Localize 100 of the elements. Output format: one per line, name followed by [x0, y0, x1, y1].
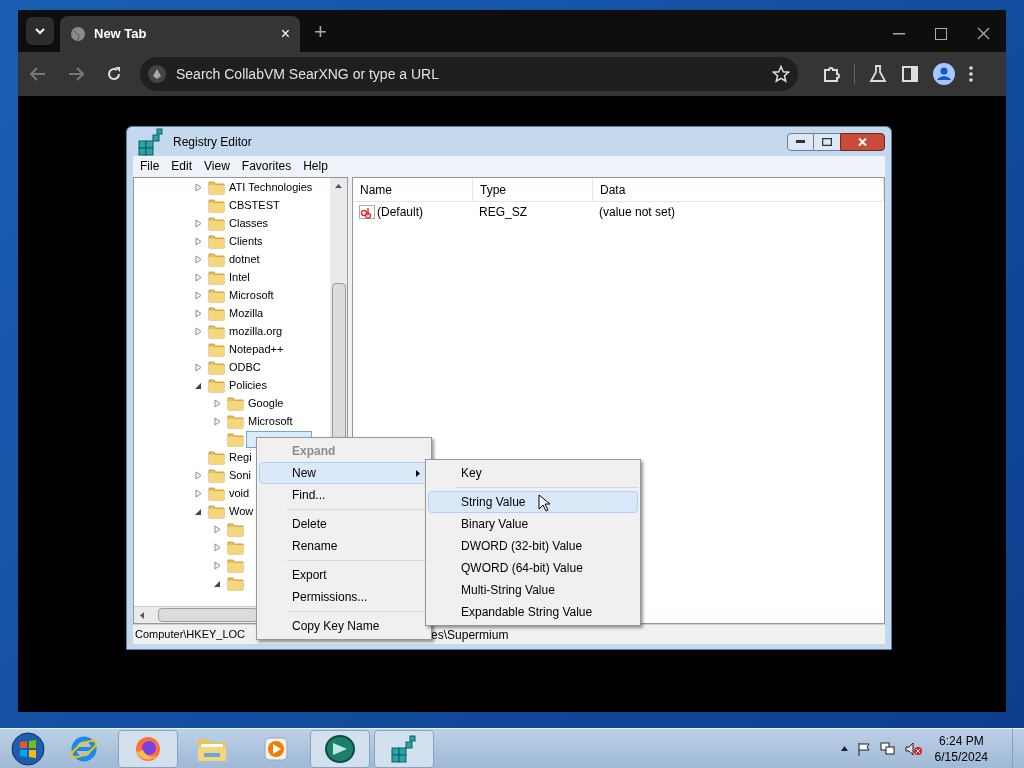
tab-close-button[interactable]: ×	[280, 26, 290, 42]
tree-item-label[interactable]: mozilla.org	[227, 322, 285, 340]
folder-icon	[208, 215, 225, 231]
menu-item[interactable]: Expandable String Value	[428, 601, 638, 623]
folder-icon	[208, 323, 225, 339]
flag-icon[interactable]	[856, 741, 871, 756]
folder-icon	[227, 431, 244, 447]
reload-icon[interactable]	[106, 66, 122, 82]
tree-item-label[interactable]: Regi	[227, 448, 254, 466]
menu-item[interactable]: Multi-String Value	[428, 579, 638, 601]
back-arrow-icon[interactable]	[30, 67, 46, 81]
tree-item-label[interactable]: Mozilla	[227, 304, 266, 322]
star-icon[interactable]	[772, 65, 790, 83]
column-header[interactable]: Data	[593, 178, 884, 201]
side-panel-icon[interactable]	[901, 65, 919, 83]
browser-tab[interactable]: New Tab ×	[60, 16, 300, 52]
folder-icon	[227, 521, 244, 537]
expand-arrow-icon[interactable]	[195, 362, 202, 372]
tab-title: New Tab	[94, 25, 148, 44]
new-tab-button[interactable]: +	[314, 21, 327, 43]
minimize-icon[interactable]	[893, 32, 905, 35]
window-title: Registry Editor	[173, 133, 252, 151]
speaker-muted-icon[interactable]	[904, 741, 923, 756]
submenu-arrow-icon	[416, 469, 420, 477]
minimize-button[interactable]	[787, 132, 814, 151]
scroll-left-icon[interactable]	[140, 611, 144, 619]
tree-item-label[interactable]: ODBC	[227, 358, 263, 376]
orb-icon[interactable]	[324, 733, 356, 764]
close-icon[interactable]	[977, 27, 990, 40]
folder-icon	[208, 341, 225, 357]
address-bar[interactable]: Search CollabVM SearXNG or type a URL	[140, 57, 798, 91]
folder-icon	[227, 413, 244, 429]
folder-icon	[208, 359, 225, 375]
scroll-thumb[interactable]	[158, 608, 258, 622]
menu-item[interactable]: DWORD (32-bit) Value	[428, 535, 638, 557]
taskbar-button[interactable]	[118, 729, 178, 768]
tab-search-button[interactable]	[26, 17, 54, 45]
column-header[interactable]: Type	[473, 178, 593, 201]
column-header[interactable]: Name	[353, 178, 473, 201]
menu-item[interactable]: Permissions...	[259, 586, 429, 608]
maximize-button[interactable]	[814, 132, 840, 151]
scroll-up-icon[interactable]	[335, 184, 342, 188]
tree-item-label[interactable]: Microsoft	[246, 412, 295, 430]
tree-item-label[interactable]: void	[227, 484, 252, 502]
menu-item[interactable]: File	[135, 156, 165, 175]
menu-item[interactable]: Delete	[259, 513, 429, 535]
folder-icon	[227, 395, 244, 411]
tree-item-label[interactable]: CBSTEST	[227, 196, 282, 214]
tree-item-label[interactable]: Notepad++	[227, 340, 286, 358]
windows-logo-icon	[11, 731, 45, 766]
tree-item-label[interactable]: Google	[246, 394, 286, 412]
folder-icon	[227, 539, 244, 555]
play-icon[interactable]	[263, 735, 289, 762]
menu-item[interactable]: Help	[298, 156, 333, 175]
folder-icon	[208, 287, 225, 303]
tree-item-label[interactable]: Wow	[227, 502, 256, 520]
menu-item[interactable]: String Value	[428, 491, 638, 513]
search-engine-icon	[148, 65, 166, 83]
forward-arrow-icon[interactable]	[68, 67, 84, 81]
profile-icon[interactable]	[933, 63, 955, 85]
tree-item-label[interactable]: Soni	[227, 466, 254, 484]
menu-item[interactable]: View	[199, 156, 235, 175]
taskbar-button[interactable]	[374, 729, 434, 768]
maximize-icon[interactable]	[935, 27, 947, 40]
menu-item[interactable]: Favorites	[236, 156, 297, 175]
folder-icon	[208, 179, 225, 195]
flask-icon[interactable]	[869, 65, 887, 83]
value-type: REG_SZ	[478, 204, 528, 221]
tree-item-label[interactable]: Clients	[227, 232, 265, 250]
clock-date[interactable]: 6/15/2024	[934, 748, 988, 765]
tree-item-label[interactable]: Policies	[227, 376, 269, 394]
network-icon[interactable]	[879, 741, 896, 756]
menu-item[interactable]: QWORD (64-bit) Value	[428, 557, 638, 579]
menu-item[interactable]: Copy Key Name	[259, 615, 429, 637]
status-text: es\Supermium	[431, 626, 509, 644]
tree-item-label[interactable]: ATI Technologies	[227, 178, 315, 196]
expand-arrow-icon[interactable]	[195, 182, 202, 192]
menu-item[interactable]: Rename	[259, 535, 429, 557]
tree-item-label[interactable]: dotnet	[227, 250, 262, 268]
folder-icon	[227, 575, 244, 591]
folder-icon	[227, 557, 244, 573]
more-options-icon[interactable]	[969, 66, 973, 82]
show-hidden-icons-icon[interactable]	[840, 746, 848, 751]
close-button[interactable]	[840, 132, 885, 151]
folder-icon	[208, 197, 225, 213]
globe-icon	[70, 26, 86, 42]
folder-icon	[208, 233, 225, 249]
menu-item[interactable]: Export	[259, 564, 429, 586]
menu-item[interactable]: Edit	[166, 156, 198, 175]
value-name: (Default)	[377, 204, 423, 221]
tree-item-label[interactable]: Microsoft	[227, 286, 276, 304]
menu-item[interactable]: Binary Value	[428, 513, 638, 535]
tree-item-label[interactable]: Intel	[227, 268, 252, 286]
tree-item-label[interactable]: Classes	[227, 214, 271, 232]
menu-item[interactable]: Key	[428, 462, 638, 484]
clock-time[interactable]: 6:24 PM	[938, 732, 984, 749]
taskbar-button[interactable]	[310, 729, 370, 768]
menu-item[interactable]: Find...	[259, 484, 429, 506]
puzzle-icon[interactable]	[822, 65, 840, 83]
folder-icon	[208, 305, 225, 321]
